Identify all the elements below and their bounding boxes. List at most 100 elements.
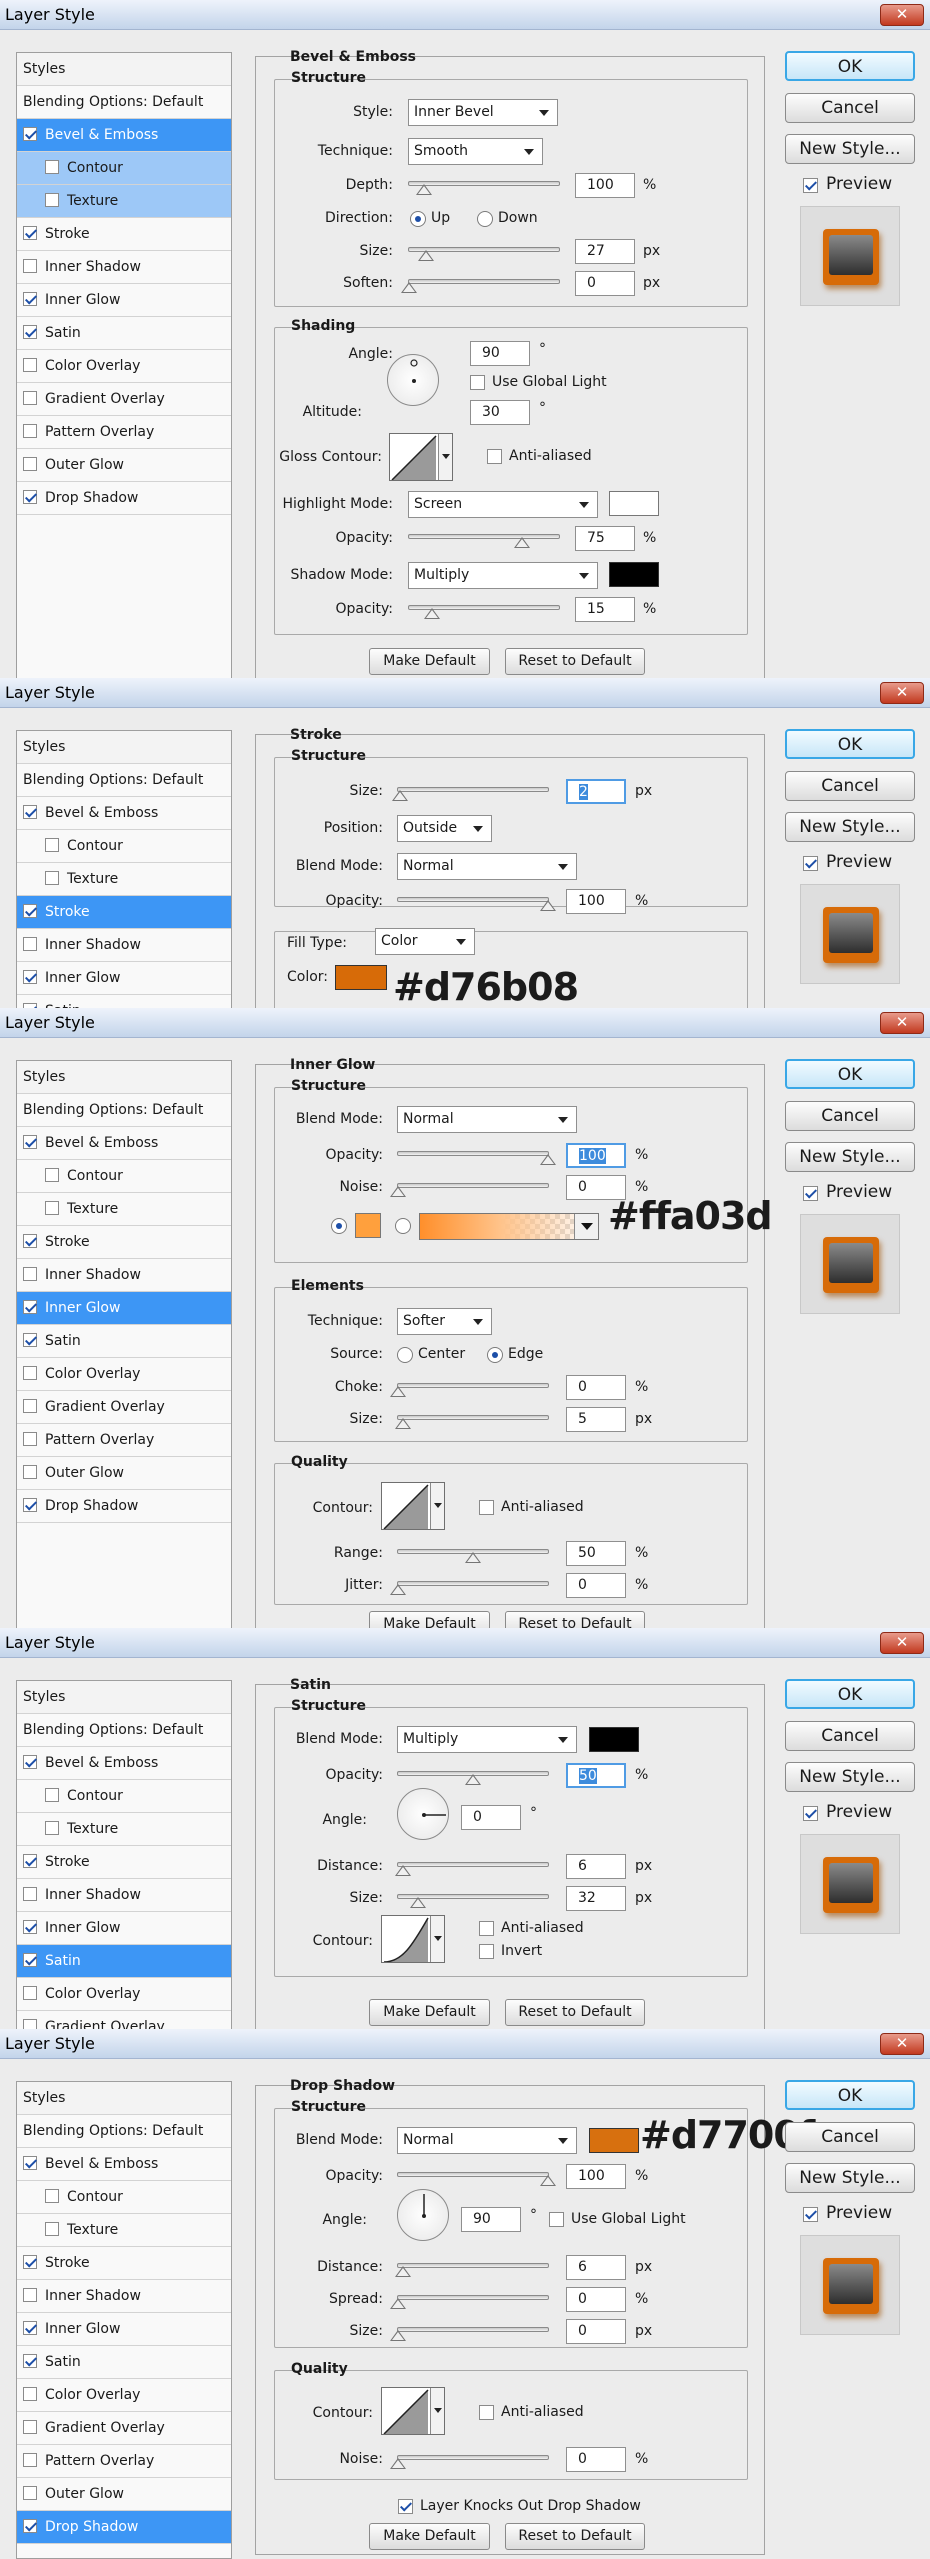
style-item-satin[interactable]: Satin bbox=[17, 317, 231, 350]
checkbox-icon[interactable] bbox=[23, 291, 37, 306]
close-button[interactable]: ✕ bbox=[880, 1632, 924, 1654]
dropdown-arrow-icon[interactable] bbox=[430, 1916, 444, 1962]
preview-checkbox[interactable] bbox=[803, 178, 818, 193]
depth-slider[interactable] bbox=[408, 181, 560, 195]
opacity-input[interactable]: 100 bbox=[566, 2164, 626, 2189]
style-item-inner-glow[interactable]: Inner Glow bbox=[17, 284, 231, 317]
reset-to-default-button[interactable]: Reset to Default bbox=[505, 1999, 645, 2026]
spread-slider[interactable] bbox=[390, 2295, 549, 2309]
angle-dial-icon[interactable] bbox=[397, 1788, 449, 1840]
blend-mode-dropdown[interactable]: Normal bbox=[397, 853, 577, 880]
jitter-slider[interactable] bbox=[390, 1581, 549, 1595]
style-item-bevel-emboss[interactable]: Bevel & Emboss bbox=[17, 797, 231, 830]
noise-input[interactable]: 0 bbox=[566, 2447, 626, 2472]
close-button[interactable]: ✕ bbox=[880, 682, 924, 704]
preview-checkbox[interactable] bbox=[803, 856, 818, 871]
dropdown-arrow-icon[interactable] bbox=[430, 1483, 444, 1529]
style-item-gradient-overlay[interactable]: Gradient Overlay bbox=[17, 2412, 231, 2445]
ok-button[interactable]: OK bbox=[785, 1679, 915, 1709]
checkbox-icon[interactable] bbox=[23, 2485, 37, 2500]
direction-down-radio[interactable] bbox=[477, 211, 493, 227]
noise-slider[interactable] bbox=[390, 2455, 549, 2469]
slider-thumb-icon[interactable] bbox=[540, 2175, 556, 2186]
style-item-texture[interactable]: Texture bbox=[17, 1813, 231, 1846]
size-slider[interactable] bbox=[397, 1894, 549, 1908]
slider-thumb-icon[interactable] bbox=[540, 900, 556, 911]
checkbox-icon[interactable] bbox=[23, 1431, 37, 1446]
slider-thumb-icon[interactable] bbox=[394, 2266, 411, 2277]
checkbox-icon[interactable] bbox=[23, 456, 37, 471]
shadow-opacity-input[interactable]: 15 bbox=[575, 597, 635, 622]
checkbox-icon[interactable] bbox=[23, 489, 37, 504]
checkbox-icon[interactable] bbox=[23, 1464, 37, 1479]
style-item-gradient-overlay[interactable]: Gradient Overlay bbox=[17, 2011, 231, 2029]
checkbox-icon[interactable] bbox=[23, 2254, 37, 2269]
dropdown-arrow-icon[interactable] bbox=[438, 434, 452, 480]
slider-thumb-icon[interactable] bbox=[391, 790, 408, 801]
style-item-color-overlay[interactable]: Color Overlay bbox=[17, 1358, 231, 1391]
new-style-button[interactable]: New Style... bbox=[785, 2163, 915, 2193]
checkbox-icon[interactable] bbox=[23, 1134, 37, 1149]
checkbox-icon[interactable] bbox=[23, 2018, 37, 2029]
ok-button[interactable]: OK bbox=[785, 1059, 915, 1089]
distance-input[interactable]: 6 bbox=[566, 2255, 626, 2280]
cancel-button[interactable]: Cancel bbox=[785, 1721, 915, 1751]
size-input[interactable]: 5 bbox=[566, 1407, 626, 1432]
close-button[interactable]: ✕ bbox=[880, 2033, 924, 2055]
slider-thumb-icon[interactable] bbox=[390, 1584, 406, 1595]
style-item-inner-shadow[interactable]: Inner Shadow bbox=[17, 251, 231, 284]
checkbox-icon[interactable] bbox=[45, 1787, 59, 1802]
checkbox-icon[interactable] bbox=[45, 2221, 59, 2236]
checkbox-icon[interactable] bbox=[23, 903, 37, 918]
dropdown-arrow-icon[interactable] bbox=[430, 2388, 444, 2434]
style-item-contour[interactable]: Contour bbox=[17, 1160, 231, 1193]
styles-header[interactable]: Styles bbox=[17, 53, 231, 86]
checkbox-icon[interactable] bbox=[23, 1886, 37, 1901]
layer-knocks-out-checkbox[interactable] bbox=[398, 2499, 413, 2514]
invert-checkbox[interactable] bbox=[479, 1944, 494, 1959]
highlight-opacity-slider[interactable] bbox=[408, 534, 560, 548]
style-item-drop-shadow[interactable]: Drop Shadow bbox=[17, 1490, 231, 1523]
checkbox-icon[interactable] bbox=[23, 357, 37, 372]
style-item-pattern-overlay[interactable]: Pattern Overlay bbox=[17, 1424, 231, 1457]
checkbox-icon[interactable] bbox=[23, 969, 37, 984]
checkbox-icon[interactable] bbox=[23, 1497, 37, 1512]
angle-input[interactable]: 90 bbox=[470, 341, 530, 366]
shadow-color-swatch[interactable] bbox=[609, 562, 659, 587]
contour-picker[interactable] bbox=[381, 2387, 445, 2435]
slider-thumb-icon[interactable] bbox=[416, 184, 432, 195]
style-item-color-overlay[interactable]: Color Overlay bbox=[17, 350, 231, 383]
contour-anti-aliased-checkbox[interactable] bbox=[479, 1500, 494, 1515]
checkbox-icon[interactable] bbox=[45, 1820, 59, 1835]
contour-picker[interactable] bbox=[381, 1915, 445, 1963]
opacity-slider[interactable] bbox=[397, 2172, 556, 2186]
source-edge-radio[interactable] bbox=[487, 1347, 503, 1363]
slider-thumb-icon[interactable] bbox=[390, 1386, 406, 1397]
style-item-inner-glow[interactable]: Inner Glow bbox=[17, 1912, 231, 1945]
style-item-drop-shadow[interactable]: Drop Shadow bbox=[17, 482, 231, 515]
style-item-inner-glow[interactable]: Inner Glow bbox=[17, 2313, 231, 2346]
opacity-input[interactable]: 50 bbox=[566, 1763, 626, 1788]
size-input[interactable]: 32 bbox=[566, 1886, 626, 1911]
shadow-color-swatch[interactable] bbox=[589, 2128, 639, 2153]
checkbox-icon[interactable] bbox=[23, 225, 37, 240]
blend-mode-dropdown[interactable]: Normal bbox=[397, 1106, 577, 1133]
blending-options-item[interactable]: Blending Options: Default bbox=[17, 1714, 231, 1747]
reset-to-default-button[interactable]: Reset to Default bbox=[505, 648, 645, 675]
checkbox-icon[interactable] bbox=[23, 1332, 37, 1347]
checkbox-icon[interactable] bbox=[45, 159, 59, 174]
checkbox-icon[interactable] bbox=[23, 2419, 37, 2434]
depth-input[interactable]: 100 bbox=[575, 173, 635, 198]
gloss-anti-aliased-checkbox[interactable] bbox=[487, 449, 502, 464]
use-global-light-checkbox[interactable] bbox=[470, 375, 485, 390]
new-style-button[interactable]: New Style... bbox=[785, 812, 915, 842]
blend-mode-dropdown[interactable]: Normal bbox=[397, 2127, 577, 2154]
style-item-stroke[interactable]: Stroke bbox=[17, 896, 231, 929]
shadow-mode-dropdown[interactable]: Multiply bbox=[408, 562, 598, 589]
style-item-gradient-overlay[interactable]: Gradient Overlay bbox=[17, 1391, 231, 1424]
slider-thumb-icon[interactable] bbox=[409, 1897, 426, 1908]
style-item-pattern-overlay[interactable]: Pattern Overlay bbox=[17, 2445, 231, 2478]
checkbox-icon[interactable] bbox=[23, 1299, 37, 1314]
reset-to-default-button[interactable]: Reset to Default bbox=[505, 1611, 645, 1628]
style-item-satin[interactable]: Satin bbox=[17, 995, 231, 1008]
